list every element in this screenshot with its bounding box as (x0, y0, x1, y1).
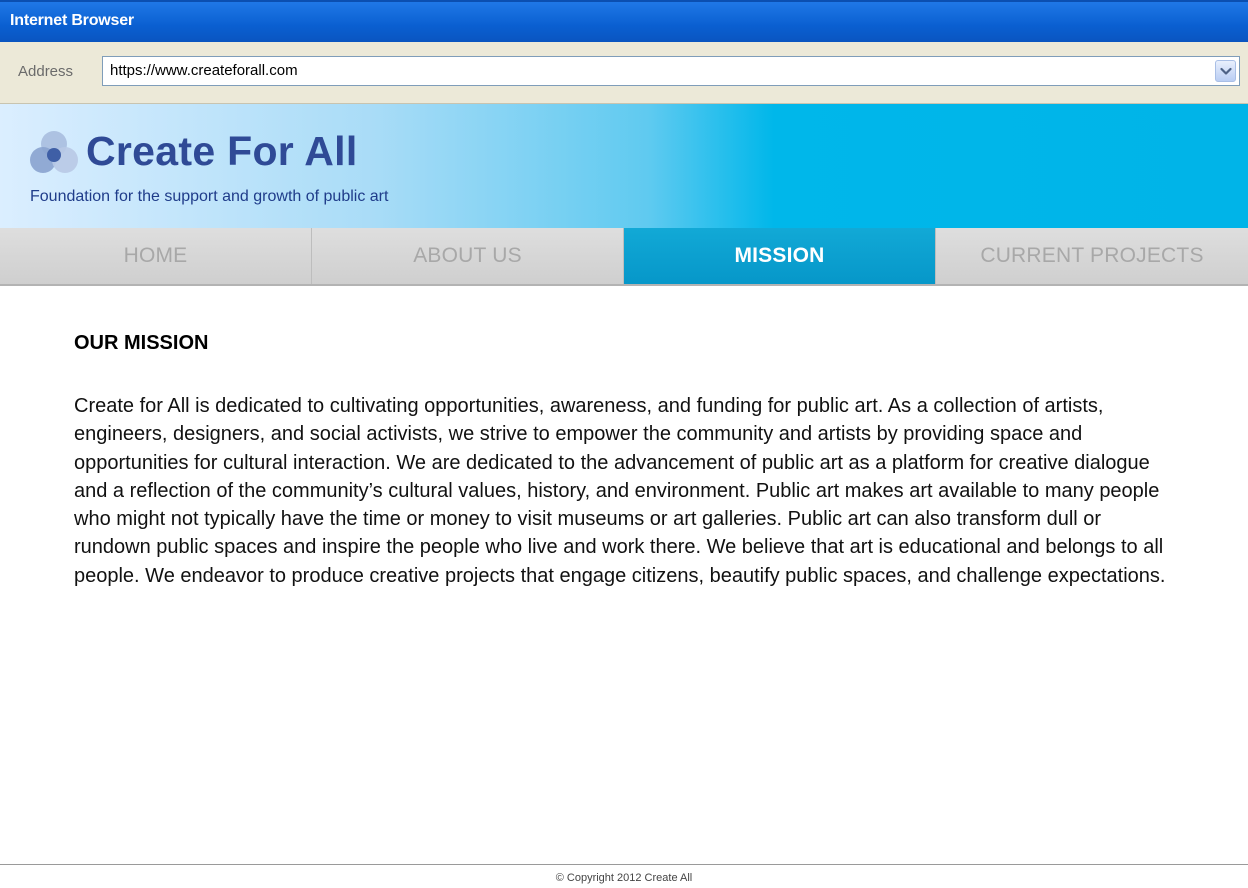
site-header: Create For All Foundation for the suppor… (0, 104, 1248, 228)
main-navigation: HOME ABOUT US MISSION CURRENT PROJECTS (0, 228, 1248, 286)
mission-text: Create for All is dedicated to cultivati… (74, 395, 1166, 587)
nav-item-about-us[interactable]: ABOUT US (312, 228, 624, 284)
page-heading: OUR MISSION (74, 332, 209, 354)
address-label: Address (18, 63, 74, 80)
address-input[interactable]: https://www.createforall.com (102, 56, 1240, 86)
address-url: https://www.createforall.com (110, 62, 298, 79)
chevron-down-icon (1220, 67, 1232, 75)
browser-title-bar: Internet Browser (0, 0, 1248, 42)
address-bar: Address https://www.createforall.com (0, 42, 1248, 104)
nav-item-home[interactable]: HOME (0, 228, 312, 284)
footer-divider (0, 864, 1248, 865)
create-for-all-logo-icon[interactable] (28, 130, 80, 176)
address-dropdown-button[interactable] (1215, 60, 1236, 82)
nav-item-current-projects[interactable]: CURRENT PROJECTS (936, 228, 1248, 284)
footer-copyright: © Copyright 2012 Create All (555, 872, 693, 884)
nav-item-mission[interactable]: MISSION (624, 228, 936, 284)
site-title[interactable]: Create For All (86, 128, 358, 175)
site-tagline: Foundation for the support and growth of… (30, 188, 389, 205)
browser-window-title: Internet Browser (10, 12, 134, 29)
